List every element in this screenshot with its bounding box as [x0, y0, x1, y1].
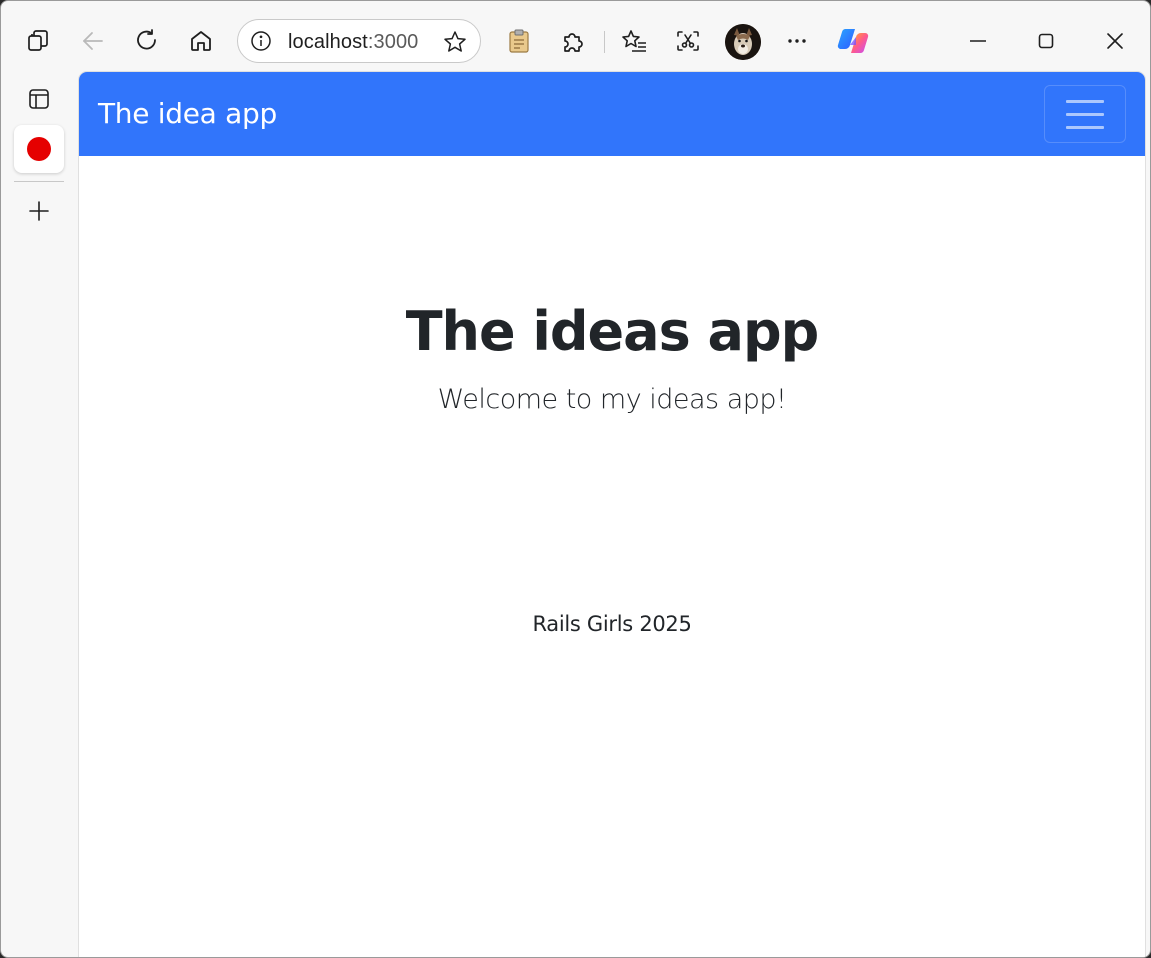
- vertical-tab-sidebar: [1, 73, 79, 957]
- page-viewport: The idea app The ideas app Welcome to my…: [79, 72, 1145, 957]
- home-icon[interactable]: [183, 23, 219, 59]
- minimize-icon[interactable]: [955, 23, 1001, 59]
- refresh-icon[interactable]: [129, 23, 165, 59]
- add-icon[interactable]: [14, 187, 64, 235]
- copilot-icon[interactable]: [835, 23, 871, 59]
- sidebar-divider: [14, 181, 64, 182]
- maximize-icon[interactable]: [1023, 23, 1069, 59]
- puzzle-icon[interactable]: [555, 23, 591, 59]
- hamburger-icon: [1066, 125, 1104, 129]
- navbar-toggler-button[interactable]: [1044, 85, 1126, 143]
- star-icon[interactable]: [442, 29, 468, 55]
- lead-text: Welcome to my ideas app!: [437, 384, 787, 415]
- record-icon: [27, 137, 51, 161]
- footer-text: Rails Girls 2025: [532, 612, 692, 636]
- favorites-icon[interactable]: [616, 23, 652, 59]
- profile-avatar[interactable]: [725, 24, 761, 60]
- back-arrow-icon[interactable]: [75, 23, 111, 59]
- more-icon[interactable]: [779, 23, 815, 59]
- navbar-brand[interactable]: The idea app: [98, 97, 277, 130]
- info-icon[interactable]: [250, 30, 272, 52]
- screenshot-icon[interactable]: [670, 23, 706, 59]
- tab-layout-icon[interactable]: [14, 75, 64, 123]
- hamburger-icon: [1066, 99, 1104, 103]
- url-host: localhost: [288, 31, 368, 53]
- address-bar[interactable]: localhost:3000: [237, 19, 481, 63]
- tab-actions-icon[interactable]: [21, 23, 57, 59]
- clipboard-icon[interactable]: [501, 23, 537, 59]
- hamburger-icon: [1066, 112, 1104, 116]
- page-title: The ideas app: [405, 300, 820, 363]
- navbar: The idea app: [79, 72, 1145, 156]
- browser-window: localhost:3000 The idea app The ideas ap…: [0, 0, 1151, 958]
- toolbar-divider: [604, 31, 605, 53]
- url-port: :3000: [367, 31, 419, 53]
- browser-toolbar: localhost:3000: [1, 1, 1150, 73]
- close-icon[interactable]: [1092, 23, 1138, 59]
- url-text[interactable]: localhost:3000: [288, 31, 418, 54]
- tab-record[interactable]: [14, 125, 64, 173]
